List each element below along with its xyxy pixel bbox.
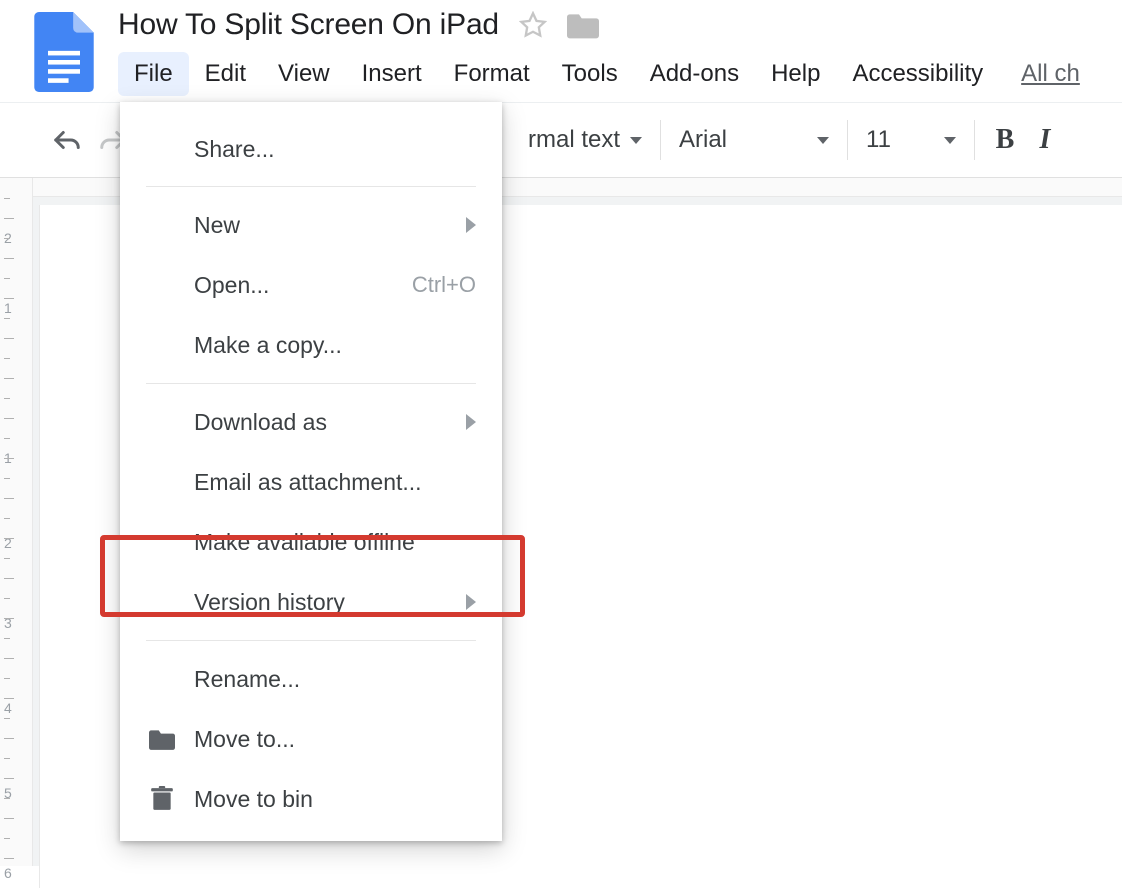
docs-logo-icon[interactable]: [34, 12, 94, 92]
menu-addons[interactable]: Add-ons: [634, 52, 755, 96]
chevron-down-icon: [944, 137, 956, 144]
menu-move-to-bin-label: Move to bin: [194, 786, 476, 813]
submenu-arrow-icon: [466, 594, 476, 610]
menu-separator: [146, 186, 476, 187]
menu-make-copy[interactable]: Make a copy...: [120, 315, 502, 375]
menu-make-copy-label: Make a copy...: [194, 332, 476, 359]
menu-separator: [146, 640, 476, 641]
font-size-value: 11: [866, 126, 891, 154]
ruler-label: 1: [4, 300, 24, 316]
menu-open[interactable]: Open... Ctrl+O: [120, 255, 502, 315]
font-label: Arial: [679, 126, 727, 154]
file-menu-dropdown: Share... New Open... Ctrl+O Make a copy.…: [120, 102, 502, 841]
menu-make-offline[interactable]: Make available offline: [120, 512, 502, 572]
menu-tools[interactable]: Tools: [546, 52, 634, 96]
document-title[interactable]: How To Split Screen On iPad: [118, 8, 499, 42]
ruler-label: 6: [4, 865, 24, 881]
trash-icon: [148, 786, 176, 812]
font-selector[interactable]: Arial: [679, 126, 829, 154]
menu-rename[interactable]: Rename...: [120, 649, 502, 709]
menu-view[interactable]: View: [262, 52, 346, 96]
menu-share-label: Share...: [194, 136, 476, 163]
menu-move-to-bin[interactable]: Move to bin: [120, 769, 502, 829]
chevron-down-icon: [817, 137, 829, 144]
undo-button[interactable]: [44, 117, 90, 163]
menu-share[interactable]: Share...: [120, 120, 502, 178]
move-folder-icon[interactable]: [567, 11, 599, 39]
bold-button[interactable]: B: [985, 124, 1025, 156]
paragraph-style-selector[interactable]: rmal text: [504, 126, 642, 154]
submenu-arrow-icon: [466, 217, 476, 233]
menu-file[interactable]: File: [118, 52, 189, 96]
toolbar-separator: [847, 120, 848, 160]
vertical-ruler: 2 1 1 2 3 4 5 6: [0, 178, 33, 866]
font-size-selector[interactable]: 11: [866, 126, 956, 154]
menu-download-as[interactable]: Download as: [120, 392, 502, 452]
menu-new-label: New: [194, 212, 448, 239]
menu-make-offline-label: Make available offline: [194, 529, 476, 556]
menu-insert[interactable]: Insert: [346, 52, 438, 96]
menu-open-shortcut: Ctrl+O: [412, 272, 476, 298]
toolbar-separator: [974, 120, 975, 160]
menu-email-attachment-label: Email as attachment...: [194, 469, 476, 496]
menu-version-history[interactable]: Version history: [120, 572, 502, 632]
menu-rename-label: Rename...: [194, 666, 476, 693]
folder-icon: [148, 728, 176, 750]
last-edit-link[interactable]: All ch: [1021, 60, 1080, 88]
ruler-label: 4: [4, 700, 24, 716]
star-icon[interactable]: [519, 11, 547, 39]
menu-move-to[interactable]: Move to...: [120, 709, 502, 769]
header: How To Split Screen On iPad File Edit Vi…: [0, 0, 1122, 96]
italic-button[interactable]: I: [1025, 124, 1065, 156]
menu-open-label: Open...: [194, 272, 394, 299]
menu-move-to-label: Move to...: [194, 726, 476, 753]
menu-accessibility[interactable]: Accessibility: [836, 52, 999, 96]
menu-version-history-label: Version history: [194, 589, 448, 616]
menu-help[interactable]: Help: [755, 52, 836, 96]
submenu-arrow-icon: [466, 414, 476, 430]
menu-email-attachment[interactable]: Email as attachment...: [120, 452, 502, 512]
menu-download-as-label: Download as: [194, 409, 448, 436]
menu-new[interactable]: New: [120, 195, 502, 255]
menu-separator: [146, 383, 476, 384]
paragraph-style-label: rmal text: [528, 126, 620, 154]
toolbar-separator: [660, 120, 661, 160]
menu-edit[interactable]: Edit: [189, 52, 262, 96]
menu-format[interactable]: Format: [438, 52, 546, 96]
menu-bar: File Edit View Insert Format Tools Add-o…: [118, 52, 1122, 96]
chevron-down-icon: [630, 137, 642, 144]
